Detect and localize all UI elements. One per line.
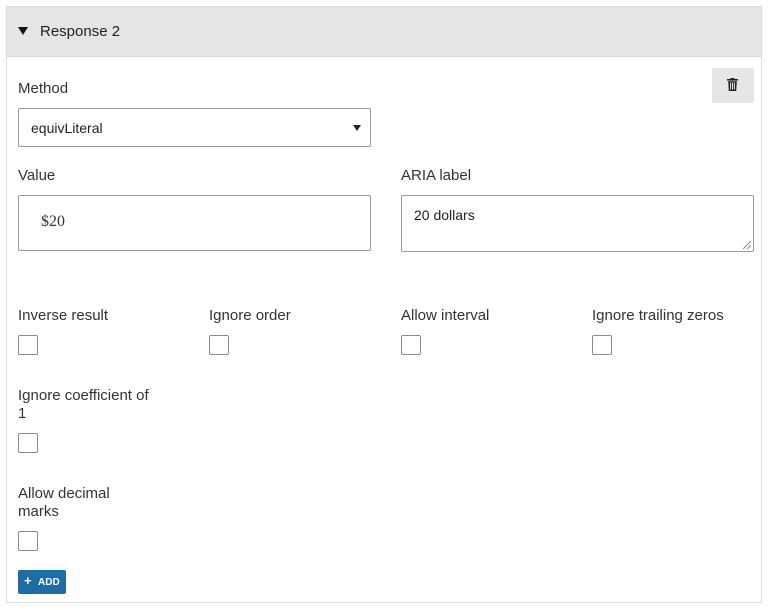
checkbox-allow-decimal-marks[interactable] <box>18 531 38 551</box>
method-label: Method <box>18 80 69 97</box>
response-panel-header[interactable]: Response 2 <box>7 7 761 57</box>
dropdown-arrow-icon <box>353 125 361 131</box>
option-label-allow-decimal-line2: marks <box>18 503 59 520</box>
value-label: Value <box>18 167 56 184</box>
add-button-label: ADD <box>38 577 60 588</box>
aria-label-label: ARIA label <box>401 167 472 184</box>
option-label-allow-interval: Allow interval <box>401 307 490 324</box>
checkbox-ignore-trailing-zeros[interactable] <box>592 335 612 355</box>
aria-label-textarea[interactable]: 20 dollars <box>401 195 754 252</box>
caret-down-icon[interactable] <box>18 27 28 35</box>
plus-icon: + <box>24 573 32 588</box>
value-input[interactable]: $20 <box>18 195 371 251</box>
delete-response-button[interactable] <box>712 68 754 103</box>
method-select-value: equivLiteral <box>31 120 103 136</box>
option-label-ignore-coefficient-line1: Ignore coefficient of <box>18 387 149 404</box>
checkbox-allow-interval[interactable] <box>401 335 421 355</box>
resize-handle-icon[interactable] <box>743 241 751 249</box>
checkbox-ignore-order[interactable] <box>209 335 229 355</box>
trash-icon <box>727 78 738 91</box>
option-label-ignore-order: Ignore order <box>209 307 291 324</box>
response-panel: Response 2 Method equivLiteral Value $20… <box>6 6 762 603</box>
option-label-ignore-coefficient-line2: 1 <box>18 405 27 422</box>
option-label-ignore-trailing-zeros: Ignore trailing zeros <box>592 307 724 324</box>
method-select[interactable]: equivLiteral <box>18 108 371 147</box>
add-button[interactable]: + ADD <box>18 570 66 594</box>
aria-label-text: 20 dollars <box>414 207 475 223</box>
value-input-text: $20 <box>41 213 65 230</box>
option-label-inverse-result: Inverse result <box>18 307 109 324</box>
checkbox-inverse-result[interactable] <box>18 335 38 355</box>
option-label-allow-decimal-line1: Allow decimal <box>18 485 110 502</box>
checkbox-ignore-coefficient[interactable] <box>18 433 38 453</box>
panel-title: Response 2 <box>40 23 121 40</box>
